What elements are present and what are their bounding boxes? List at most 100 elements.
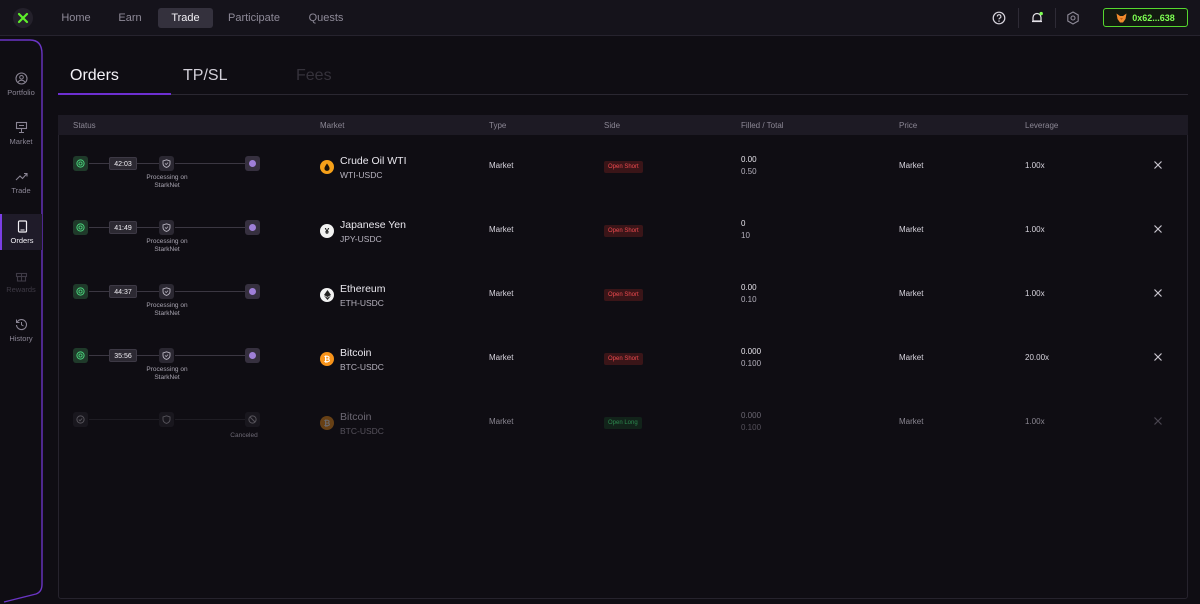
order-type: Market	[489, 289, 514, 298]
sidebar-item-portfolio[interactable]: Portfolio	[0, 70, 42, 108]
status-track	[89, 227, 109, 228]
column-header-status: Status	[73, 121, 96, 130]
filled-amount: 0.00	[741, 155, 757, 164]
sidebar-item-trade[interactable]: Trade	[0, 168, 42, 206]
brand-logo[interactable]	[13, 8, 33, 28]
nav-trade[interactable]: Trade	[158, 8, 213, 28]
table-row: 44:37 Processing on StarkNet Ethereum ET…	[58, 283, 1188, 343]
nav-home[interactable]: Home	[52, 8, 100, 28]
tabs-divider	[58, 94, 1188, 95]
status-track	[89, 355, 109, 356]
status-step-processing	[159, 156, 174, 171]
sidebar-item-market[interactable]: Market	[0, 119, 42, 157]
settings-gear-icon[interactable]	[1065, 10, 1081, 26]
market-name: Ethereum	[340, 283, 386, 295]
status-track	[137, 291, 159, 292]
nav-quests[interactable]: Quests	[300, 8, 352, 28]
side-badge: Open Short	[604, 161, 643, 173]
status-track	[137, 163, 159, 164]
notification-bell-icon[interactable]	[1029, 10, 1045, 26]
sidebar-item-orders[interactable]: Orders	[0, 214, 42, 250]
order-timer: 42:03	[109, 157, 137, 170]
status-step-submitted	[73, 412, 88, 427]
wallet-address: 0x62...638	[1132, 12, 1175, 23]
order-type: Market	[489, 161, 514, 170]
portfolio-icon	[14, 72, 28, 85]
status-processing-text: Processing on StarkNet	[146, 366, 188, 381]
status-track	[89, 291, 109, 292]
total-amount: 0.10	[741, 295, 757, 304]
column-header-type: Type	[489, 121, 507, 130]
active-tab-indicator	[58, 93, 171, 95]
cancel-order-close-icon[interactable]	[1153, 160, 1163, 170]
check-circle-icon	[76, 159, 85, 168]
sidebar-item-label: History	[9, 334, 33, 343]
order-price: Market	[899, 225, 924, 234]
history-icon	[15, 319, 27, 331]
status-track	[175, 227, 245, 228]
shield-icon	[162, 287, 171, 296]
filled-amount: 0.000	[741, 347, 762, 356]
orders-icon	[17, 220, 27, 233]
order-timer: 44:37	[109, 285, 137, 298]
status-step-final	[245, 348, 260, 363]
order-leverage: 1.00x	[1025, 417, 1045, 426]
status-step-submitted	[73, 220, 88, 235]
sidebar-item-label: Orders	[10, 236, 34, 245]
check-circle-icon	[76, 351, 85, 360]
table-row: 35:56 Processing on StarkNet ₿ Bitcoin B…	[58, 347, 1188, 407]
sidebar-item-label: Market	[9, 137, 33, 146]
market-name: Bitcoin	[340, 411, 372, 423]
ethereum-icon	[320, 288, 334, 302]
table-header	[58, 115, 1188, 135]
cancel-order-close-icon[interactable]	[1153, 352, 1163, 362]
sidebar-item-label: Rewards	[6, 285, 36, 294]
market-symbol: BTC-USDC	[340, 426, 384, 436]
status-step-submitted	[73, 284, 88, 299]
side-badge: Open Short	[604, 225, 643, 237]
market-symbol: JPY-USDC	[340, 234, 382, 244]
order-price: Market	[899, 161, 924, 170]
status-step-submitted	[73, 156, 88, 171]
sidebar-item-history[interactable]: History	[0, 316, 42, 354]
tab-fees[interactable]: Fees	[296, 66, 332, 86]
trade-icon	[15, 172, 28, 181]
dot-icon	[249, 288, 256, 295]
status-track	[175, 291, 245, 292]
status-processing-text: Processing on StarkNet	[146, 238, 188, 253]
check-circle-icon	[76, 287, 85, 296]
market-symbol: BTC-USDC	[340, 362, 384, 372]
order-leverage: 1.00x	[1025, 225, 1045, 234]
status-step-processing	[159, 284, 174, 299]
sidebar-item-label: Portfolio	[7, 88, 35, 97]
sidebar-item-label: Trade	[11, 186, 31, 195]
column-header-filled-total: Filled / Total	[741, 121, 784, 130]
nav-participate[interactable]: Participate	[222, 8, 286, 28]
check-circle-icon	[76, 415, 85, 424]
tab-tp-sl[interactable]: TP/SL	[183, 66, 227, 86]
nav-earn[interactable]: Earn	[106, 8, 154, 28]
order-leverage: 1.00x	[1025, 289, 1045, 298]
wallet-button[interactable]: 0x62...638	[1103, 8, 1188, 27]
cancel-order-close-icon[interactable]	[1153, 288, 1163, 298]
total-amount: 0.100	[741, 359, 762, 368]
order-type: Market	[489, 353, 514, 362]
order-timer: 35:56	[109, 349, 137, 362]
prohibited-icon	[248, 415, 257, 424]
help-icon[interactable]	[991, 10, 1007, 26]
oil-drop-icon	[320, 160, 334, 174]
top-navigation-bar: Home Earn Trade Participate Quests 0x62.…	[0, 0, 1200, 36]
order-price: Market	[899, 417, 924, 426]
shield-icon	[162, 159, 171, 168]
order-type: Market	[489, 225, 514, 234]
order-price: Market	[899, 353, 924, 362]
total-amount: 0.50	[741, 167, 757, 176]
total-amount: 0.100	[741, 423, 762, 432]
tab-orders[interactable]: Orders	[70, 66, 119, 86]
cancel-order-close-icon[interactable]	[1153, 224, 1163, 234]
status-track	[89, 419, 159, 420]
total-amount: 10	[741, 231, 750, 240]
status-step-submitted	[73, 348, 88, 363]
table-row: Canceled ₿ Bitcoin BTC-USDC Market Open …	[58, 411, 1188, 471]
status-step-canceled	[245, 412, 260, 427]
